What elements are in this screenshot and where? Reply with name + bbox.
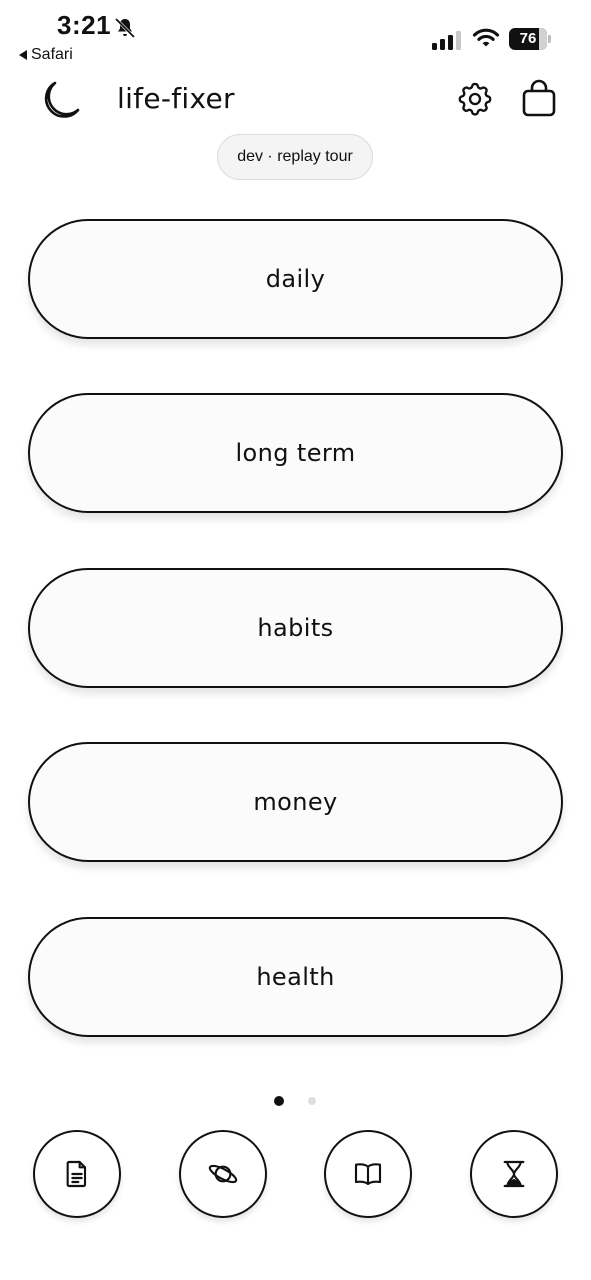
category-daily-button[interactable]: daily bbox=[28, 219, 563, 339]
document-button[interactable] bbox=[33, 1130, 121, 1218]
wifi-icon bbox=[472, 28, 500, 47]
page-dot-active[interactable] bbox=[274, 1096, 284, 1106]
signal-icon bbox=[432, 31, 461, 50]
hourglass-button[interactable] bbox=[470, 1130, 558, 1218]
bell-slash-icon bbox=[114, 17, 136, 39]
planet-button[interactable] bbox=[179, 1130, 267, 1218]
back-arrow-icon bbox=[19, 50, 27, 60]
hourglass-icon bbox=[503, 1160, 525, 1188]
bag-icon[interactable] bbox=[520, 78, 558, 118]
back-app-label: Safari bbox=[31, 46, 73, 63]
moon-icon[interactable] bbox=[38, 78, 82, 122]
planet-icon bbox=[208, 1164, 238, 1184]
book-button[interactable] bbox=[324, 1130, 412, 1218]
category-health-button[interactable]: health bbox=[28, 917, 563, 1037]
category-money-button[interactable]: money bbox=[28, 742, 563, 862]
back-to-safari[interactable]: Safari bbox=[19, 46, 73, 64]
document-icon bbox=[66, 1160, 87, 1188]
page-dot-inactive[interactable] bbox=[308, 1097, 316, 1105]
status-time: 3:21 bbox=[57, 10, 112, 40]
dev-replay-tour-button[interactable]: dev · replay tour bbox=[217, 134, 373, 180]
category-habits-button[interactable]: habits bbox=[28, 568, 563, 688]
book-icon bbox=[354, 1163, 382, 1186]
category-long-term-button[interactable]: long term bbox=[28, 393, 563, 513]
app-title: life-fixer bbox=[117, 82, 235, 115]
battery-percent: 76 bbox=[519, 30, 537, 47]
battery-icon: 76 bbox=[509, 28, 552, 50]
gear-icon[interactable] bbox=[455, 79, 495, 119]
